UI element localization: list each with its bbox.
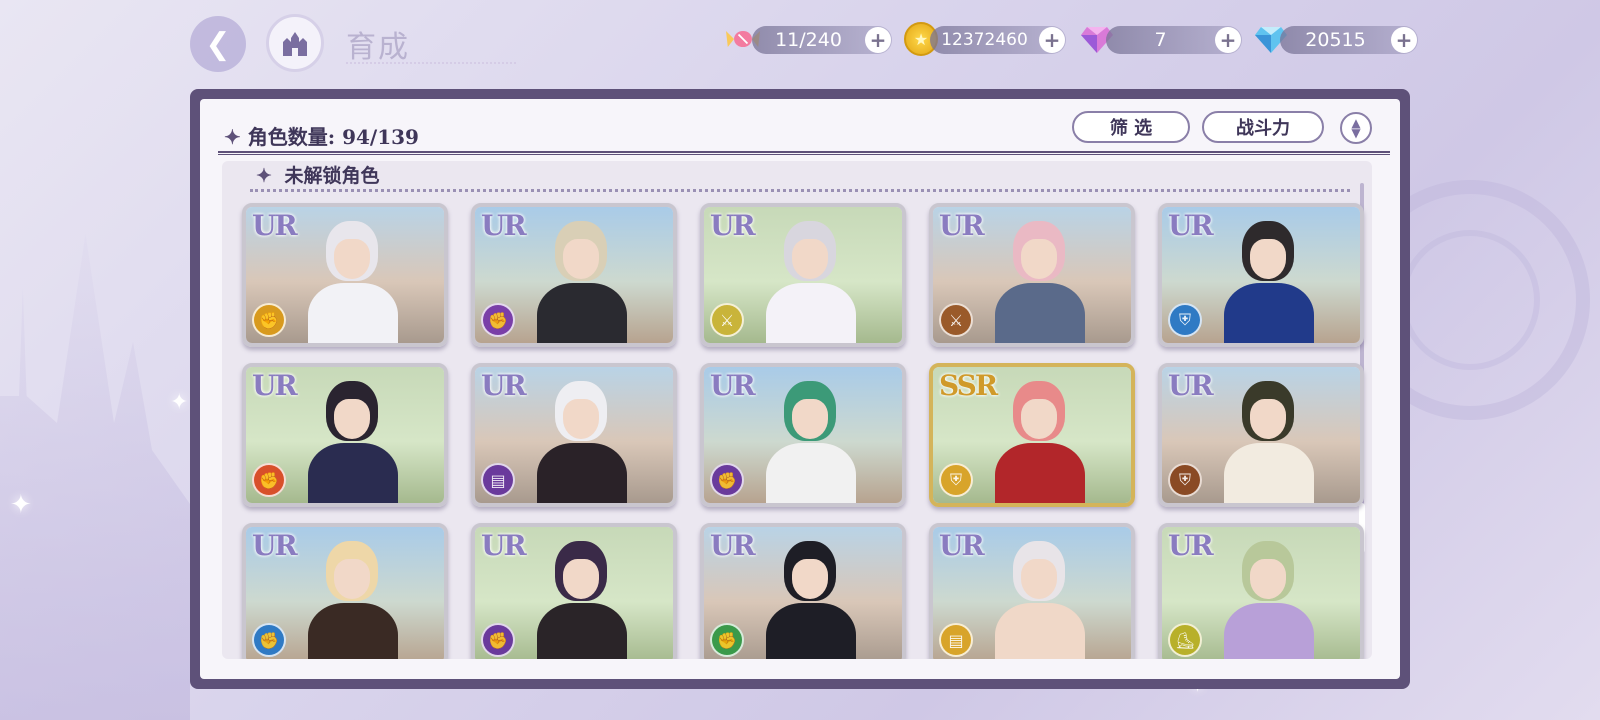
character-card[interactable]: UR ⛨	[1158, 363, 1364, 507]
character-portrait	[308, 221, 398, 343]
character-card[interactable]: UR ✊	[700, 523, 906, 659]
character-card[interactable]: UR ✊	[471, 523, 677, 659]
character-portrait	[995, 541, 1085, 659]
rarity-badge: SSR	[939, 369, 998, 402]
character-card[interactable]: UR ⚔	[929, 203, 1135, 347]
gold-value: 12372460	[941, 30, 1028, 50]
rarity-badge: UR	[481, 209, 527, 242]
character-card[interactable]: UR ✊	[471, 203, 677, 347]
sort-arrow-icon: ▲ ▼	[1351, 116, 1361, 140]
rarity-badge: UR	[252, 209, 298, 242]
rarity-badge: UR	[252, 369, 298, 402]
fist-icon: ✊	[710, 623, 744, 657]
character-portrait	[537, 381, 627, 503]
rarity-badge: UR	[1168, 369, 1214, 402]
rarity-badge: UR	[710, 369, 756, 402]
boot-icon: ⛸	[1168, 623, 1202, 657]
character-card[interactable]: UR ✊	[242, 523, 448, 659]
sparkle-icon: ✦	[170, 390, 189, 415]
character-portrait	[537, 221, 627, 343]
diamond-counter: 20515 +	[1280, 26, 1418, 54]
castle-home-icon	[283, 32, 307, 56]
rarity-badge: UR	[939, 529, 985, 562]
add-candy-button[interactable]: +	[865, 27, 891, 53]
character-card[interactable]: UR ⛸	[1158, 523, 1364, 659]
locked-section-label: 未解锁角色	[284, 165, 380, 187]
candy-counter: 11/240 +	[752, 26, 892, 54]
character-portrait	[308, 541, 398, 659]
character-portrait	[1224, 381, 1314, 503]
character-card[interactable]: UR ▤	[929, 523, 1135, 659]
fist-icon: ✊	[252, 463, 286, 497]
character-portrait	[766, 541, 856, 659]
gem-value: 7	[1154, 29, 1167, 51]
diamond-value: 20515	[1305, 29, 1366, 51]
character-portrait	[1224, 221, 1314, 343]
character-portrait	[537, 541, 627, 659]
book-icon: ▤	[939, 623, 973, 657]
character-list[interactable]: ✦ 未解锁角色 UR ✊ UR ✊ UR ⚔ UR ⚔ UR ⛨ UR ✊ UR…	[222, 161, 1372, 659]
sort-order-button[interactable]: ▲ ▼	[1340, 112, 1372, 144]
character-portrait	[308, 381, 398, 503]
character-card[interactable]: UR ✊	[242, 203, 448, 347]
shield-icon: ⛨	[939, 463, 973, 497]
candy-value: 11/240	[775, 29, 842, 51]
character-portrait	[995, 221, 1085, 343]
fist-icon: ✊	[481, 303, 515, 337]
sparkle-icon: ✦	[256, 165, 272, 187]
character-panel-inner: ✦ 角色数量: 94/139 筛 选 战斗力 ▲▼ ✦ 未解锁角色 UR ✊	[200, 99, 1400, 679]
gold-counter: 12372460 +	[930, 26, 1066, 54]
character-portrait	[766, 221, 856, 343]
castle-silhouette-decoration	[0, 234, 190, 720]
rarity-badge: UR	[481, 529, 527, 562]
add-gem-button[interactable]: +	[1215, 27, 1241, 53]
character-portrait	[1224, 541, 1314, 659]
rarity-badge: UR	[252, 529, 298, 562]
rarity-badge: UR	[1168, 529, 1214, 562]
character-card[interactable]: UR ✊	[700, 363, 906, 507]
book-icon: ▤	[481, 463, 515, 497]
rarity-badge: UR	[939, 209, 985, 242]
rarity-badge: UR	[710, 209, 756, 242]
shield-icon: ⛨	[1168, 463, 1202, 497]
sparkle-icon: ✦	[224, 125, 241, 149]
character-card[interactable]: UR ⛨	[1158, 203, 1364, 347]
sword-icon: ⚔	[710, 303, 744, 337]
character-card[interactable]: UR ✊	[242, 363, 448, 507]
back-button[interactable]: ❮	[190, 16, 246, 72]
home-button[interactable]	[266, 14, 324, 72]
fist-icon: ✊	[710, 463, 744, 497]
sparkle-icon: ✦	[10, 490, 32, 520]
back-arrow-icon: ❮	[205, 26, 231, 62]
character-count-label: ✦ 角色数量: 94/139	[224, 121, 419, 150]
fist-icon: ✊	[252, 623, 286, 657]
filter-button[interactable]: 筛 选	[1072, 111, 1190, 143]
shield-icon: ⛨	[1168, 303, 1202, 337]
character-portrait	[766, 381, 856, 503]
character-card[interactable]: UR ⚔	[700, 203, 906, 347]
fist-icon: ✊	[481, 623, 515, 657]
fist-icon: ✊	[252, 303, 286, 337]
sort-by-power-button[interactable]: 战斗力	[1202, 111, 1324, 143]
add-diamond-button[interactable]: +	[1391, 27, 1417, 53]
character-panel: ✦ 角色数量: 94/139 筛 选 战斗力 ▲▼ ✦ 未解锁角色 UR ✊	[190, 89, 1410, 689]
rarity-badge: UR	[481, 369, 527, 402]
title-underline-decoration	[346, 48, 516, 64]
sword-icon: ⚔	[939, 303, 973, 337]
character-portrait	[995, 381, 1085, 503]
character-card[interactable]: SSR ⛨	[929, 363, 1135, 507]
add-gold-button[interactable]: +	[1039, 27, 1065, 53]
rarity-badge: UR	[710, 529, 756, 562]
gem-counter: 7 +	[1106, 26, 1242, 54]
header-divider	[218, 151, 1390, 155]
rarity-badge: UR	[1168, 209, 1214, 242]
character-card[interactable]: UR ▤	[471, 363, 677, 507]
ferris-wheel-inner-decoration	[1400, 230, 1540, 370]
character-count-text: 角色数量: 94/139	[247, 125, 419, 149]
section-divider	[250, 189, 1350, 192]
section-title: ✦ 未解锁角色	[256, 161, 380, 188]
